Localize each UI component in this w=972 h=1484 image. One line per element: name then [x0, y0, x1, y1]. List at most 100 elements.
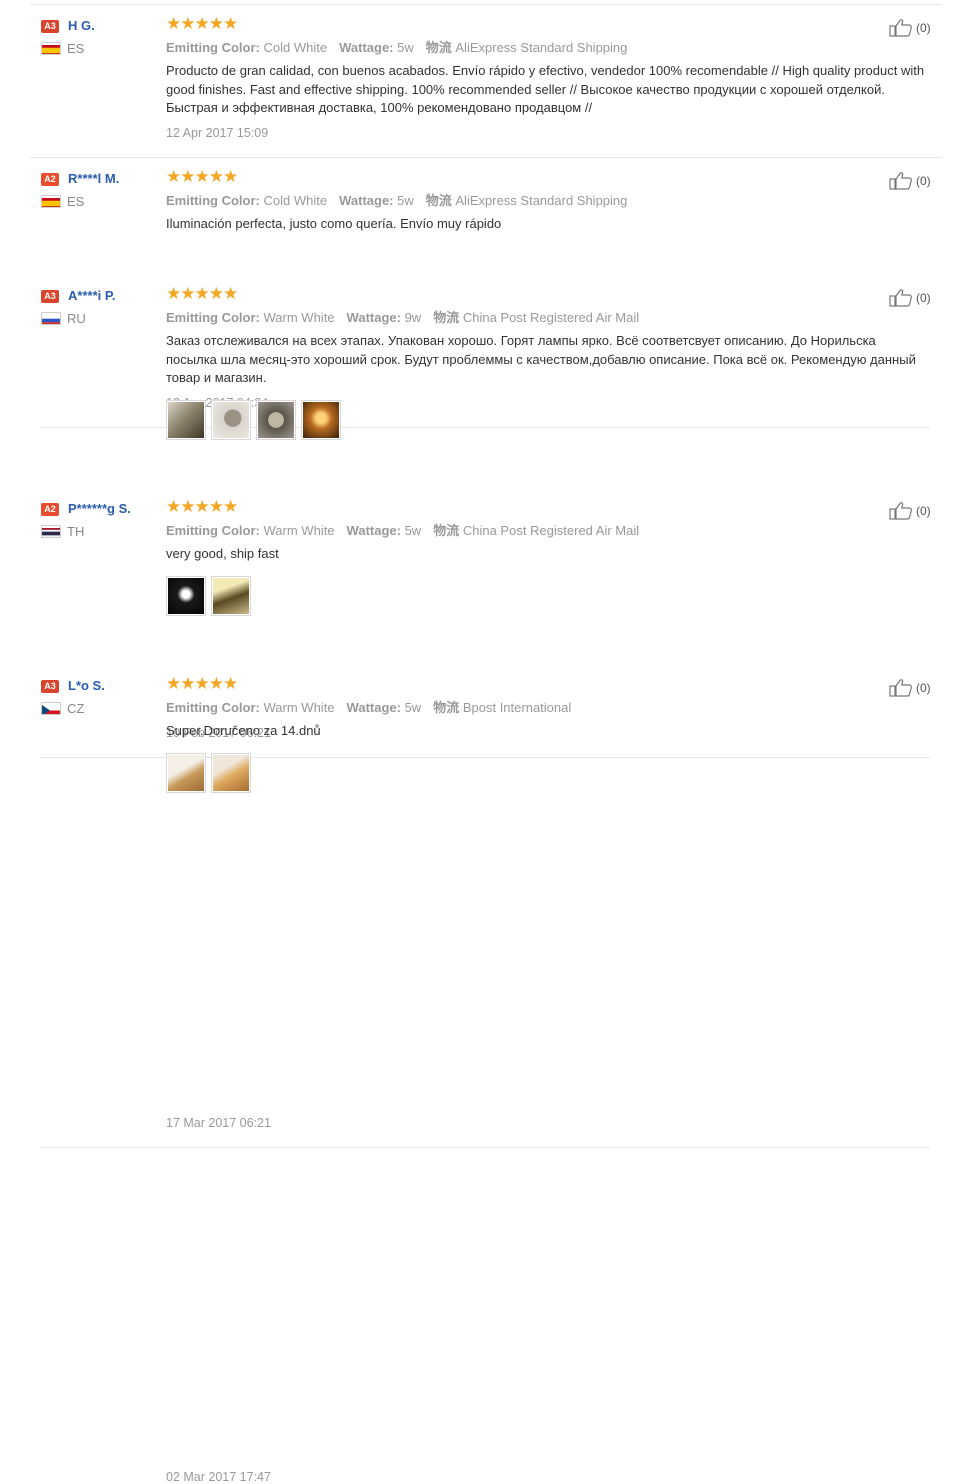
helpful-count: (0) — [916, 173, 931, 188]
wattage-value: 5w — [404, 700, 422, 715]
reviewer-name: H G. — [68, 18, 95, 33]
color-label: Emitting Color: — [166, 40, 260, 55]
wattage-label: Wattage: — [339, 40, 394, 55]
review-text: Iluminación perfecta, justo como quería.… — [166, 216, 502, 231]
rating-stars: ★★★★★ — [166, 284, 238, 303]
thumbs-up-icon — [889, 502, 912, 520]
country-code: CZ — [67, 701, 85, 716]
wattage-label: Wattage: — [346, 700, 401, 715]
rating-stars: ★★★★★ — [166, 674, 238, 693]
rating-stars: ★★★★★ — [166, 497, 238, 516]
country-code: ES — [67, 194, 85, 209]
photo-image — [213, 402, 249, 438]
helpful-button[interactable]: (0) — [889, 171, 931, 190]
shipping-label: 物流 — [425, 193, 452, 208]
review-date: 12 Apr 2017 15:09 — [166, 126, 269, 140]
helpful-button[interactable]: (0) — [889, 678, 931, 697]
review-text: Producto de gran calidad, con buenos aca… — [166, 63, 925, 115]
shipping-value: AliExpress Standard Shipping — [455, 193, 628, 208]
wattage-label: Wattage: — [346, 310, 401, 325]
shipping-value: AliExpress Standard Shipping — [455, 40, 628, 55]
thumbs-up-icon — [889, 289, 912, 307]
color-value: Warm White — [263, 310, 335, 325]
shipping-label: 物流 — [433, 700, 460, 715]
shipping-value: China Post Registered Air Mail — [462, 523, 640, 538]
color-label: Emitting Color: — [166, 310, 260, 325]
country-flag-icon — [41, 195, 61, 208]
order-attributes: Emitting Color: Warm White Wattage: 5w 物流 … — [166, 697, 583, 716]
helpful-count: (0) — [916, 503, 931, 518]
photo-image — [303, 402, 339, 438]
color-value: Cold White — [263, 40, 328, 55]
review-photo-thumb[interactable] — [211, 400, 251, 440]
wattage-value: 9w — [404, 310, 422, 325]
color-value: Warm White — [263, 700, 335, 715]
review-photos — [166, 400, 341, 440]
review-date: 17 Mar 2017 06:21 — [166, 1116, 271, 1130]
thumbs-up-icon — [889, 19, 912, 37]
reviewer-name: A****i P. — [68, 288, 116, 303]
country-code: TH — [67, 524, 85, 539]
country-flag-icon — [41, 702, 61, 715]
shipping-value: Bpost International — [462, 700, 572, 715]
color-value: Cold White — [263, 193, 328, 208]
helpful-button[interactable]: (0) — [889, 288, 931, 307]
wattage-label: Wattage: — [346, 523, 401, 538]
buyer-level-badge: A3 — [41, 680, 59, 693]
review-photo-thumb[interactable] — [166, 576, 206, 616]
photo-image — [168, 402, 204, 438]
review-photo-thumb[interactable] — [211, 753, 251, 793]
rating-stars: ★★★★★ — [166, 167, 238, 186]
wattage-value: 5w — [397, 193, 414, 208]
color-label: Emitting Color: — [166, 700, 260, 715]
review-photo-thumb[interactable] — [211, 576, 251, 616]
review-photo-thumb[interactable] — [256, 400, 296, 440]
photo-image — [213, 578, 249, 614]
shipping-label: 物流 — [425, 40, 452, 55]
shipping-label: 物流 — [433, 310, 460, 325]
review-text: Super.Doručeno za 14.dnů — [166, 723, 321, 738]
helpful-count: (0) — [916, 290, 931, 305]
reviewer-name: P******g S. — [68, 501, 131, 516]
review-photo-thumb[interactable] — [166, 753, 206, 793]
review-photo-thumb[interactable] — [301, 400, 341, 440]
review-photos — [166, 753, 251, 793]
order-attributes: Emitting Color: Cold White Wattage: 5w 物流 … — [166, 190, 639, 209]
photo-image — [213, 755, 249, 791]
shipping-value: China Post Registered Air Mail — [462, 310, 640, 325]
wattage-value: 5w — [397, 40, 414, 55]
review-photos — [166, 576, 251, 616]
country-code: RU — [67, 311, 86, 326]
review-photo-thumb[interactable] — [166, 400, 206, 440]
order-attributes: Emitting Color: Warm White Wattage: 9w 物流 … — [166, 307, 651, 326]
top-divider — [30, 4, 942, 5]
helpful-button[interactable]: (0) — [889, 501, 931, 520]
shipping-label: 物流 — [433, 523, 460, 538]
buyer-level-badge: A2 — [41, 173, 59, 186]
helpful-button[interactable]: (0) — [889, 18, 931, 37]
thumbs-up-icon — [889, 172, 912, 190]
photo-image — [168, 578, 204, 614]
color-label: Emitting Color: — [166, 523, 260, 538]
order-attributes: Emitting Color: Cold White Wattage: 5w 物流 … — [166, 37, 639, 56]
thumbs-up-icon — [889, 679, 912, 697]
rating-stars: ★★★★★ — [166, 14, 238, 33]
country-flag-icon — [41, 312, 61, 325]
review-text: very good, ship fast — [166, 546, 279, 561]
review-divider — [30, 157, 942, 158]
review-date: 02 Mar 2017 17:47 — [166, 1470, 271, 1484]
reviewer-name: R****l M. — [68, 171, 120, 186]
wattage-label: Wattage: — [339, 193, 394, 208]
reviewer-name: L*o S. — [68, 678, 105, 693]
photo-image — [258, 402, 294, 438]
photo-image — [168, 755, 204, 791]
review-divider — [40, 1147, 930, 1148]
color-label: Emitting Color: — [166, 193, 260, 208]
helpful-count: (0) — [916, 680, 931, 695]
buyer-level-badge: A2 — [41, 503, 59, 516]
helpful-count: (0) — [916, 20, 931, 35]
country-flag-icon — [41, 525, 61, 538]
buyer-level-badge: A3 — [41, 20, 59, 33]
country-flag-icon — [41, 42, 61, 55]
color-value: Warm White — [263, 523, 335, 538]
